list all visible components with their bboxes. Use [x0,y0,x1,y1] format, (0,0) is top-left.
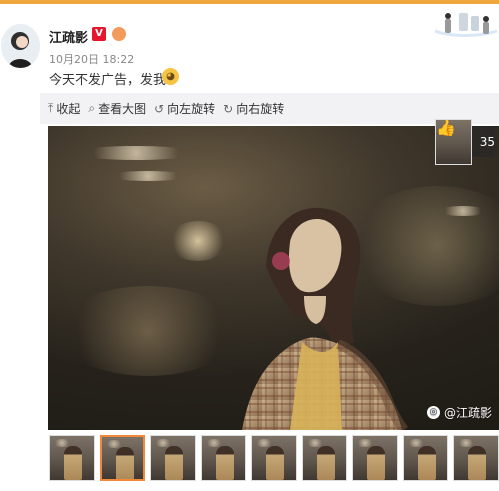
thumbnail-subject [266,446,285,480]
thumbnail-subject [115,447,134,479]
post-text: 今天不发广告，发我 [49,73,167,88]
thumbnail-image[interactable] [402,435,449,481]
username[interactable]: 江疏影 [49,27,88,46]
corner-decoration-icon [433,7,499,40]
rotate-right-label: 向右旋转 [236,102,285,116]
light-streak [108,171,188,181]
view-large-button[interactable]: ⌕ 查看大图 [88,100,146,117]
collapse-button[interactable]: ⤒ 收起 [48,100,80,117]
collapse-icon: ⤒ [48,101,54,115]
top-accent-bar [0,0,499,4]
rotate-left-icon: ↺ [154,101,165,116]
thumbnail-image[interactable] [150,435,196,481]
rotate-right-icon: ↻ [223,101,234,116]
collapse-label: 收起 [56,102,81,116]
rotate-left-label: 向左旋转 [167,102,216,116]
image-toolbar: ⤒ 收起 ⌕ 查看大图 ↺ 向左旋转 ↻ 向右旋转 [40,93,499,124]
watermark-text: @江疏影 [443,406,492,420]
thumbnail-image[interactable] [49,435,95,481]
thumbnail-subject [367,446,386,480]
thumbnail-subject [417,446,436,480]
thumbnail-subject [215,446,234,480]
thumbnail-image-selected[interactable] [99,435,146,481]
thumbs-up-icon: 👍 [435,118,472,165]
avatar-image [1,24,40,68]
thumbnail-subject [316,446,335,480]
thumbnail-subject [468,446,487,480]
like-button[interactable]: 👍 35 [435,118,495,165]
photo-watermark: ◎ @江疏影 [426,404,492,421]
like-count: 35 [479,134,495,149]
thumbnail-image[interactable] [251,435,297,481]
rotate-left-button[interactable]: ↺ 向左旋转 [154,100,215,117]
main-photo[interactable] [48,126,499,430]
verified-badge: V [92,27,106,41]
thumbnail-image[interactable] [200,435,247,481]
thumbnail-image[interactable] [301,435,348,481]
thumbnail-image[interactable] [453,435,499,481]
weibo-icon: ◎ [426,406,440,419]
member-badge-icon [112,27,126,41]
light-streak [76,146,196,160]
view-large-label: 查看大图 [98,102,147,116]
zoom-in-icon: ⌕ [88,101,96,115]
photo-subject [242,207,409,430]
thumbnail-subject [64,446,82,480]
thumbnail-subject [165,446,184,480]
cat-emoji-icon: ◕ [162,68,179,85]
post-time[interactable]: 10月20日 18:22 [49,51,134,67]
light-streak [438,206,488,216]
thumbnail-image[interactable] [352,435,398,481]
rotate-right-button[interactable]: ↻ 向右旋转 [223,100,284,117]
weibo-post-view: 江疏影 V 10月20日 18:22 今天不发广告，发我 ◕ ⤒ 收起 ⌕ 查看… [0,0,499,491]
thumbnail-strip [49,435,499,485]
avatar[interactable] [1,24,40,68]
